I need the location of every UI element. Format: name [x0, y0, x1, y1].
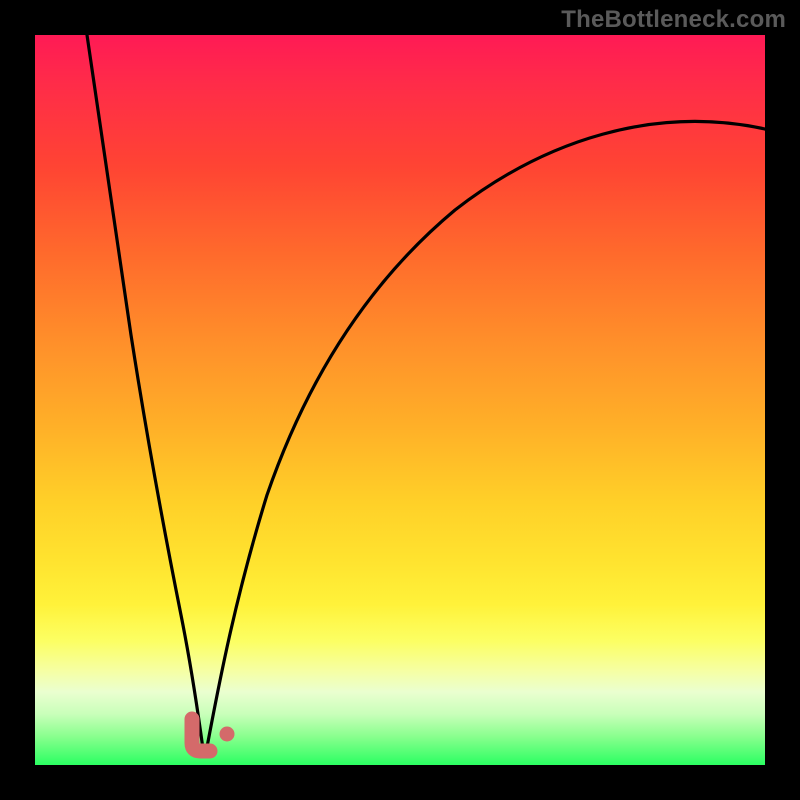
plot-area: [35, 35, 765, 765]
min-marker-right: [220, 727, 235, 742]
left-curve: [87, 35, 203, 749]
curves-layer: [35, 35, 765, 765]
right-curve: [207, 121, 765, 747]
watermark-text: TheBottleneck.com: [561, 6, 786, 34]
chart-frame: TheBottleneck.com: [0, 0, 800, 800]
